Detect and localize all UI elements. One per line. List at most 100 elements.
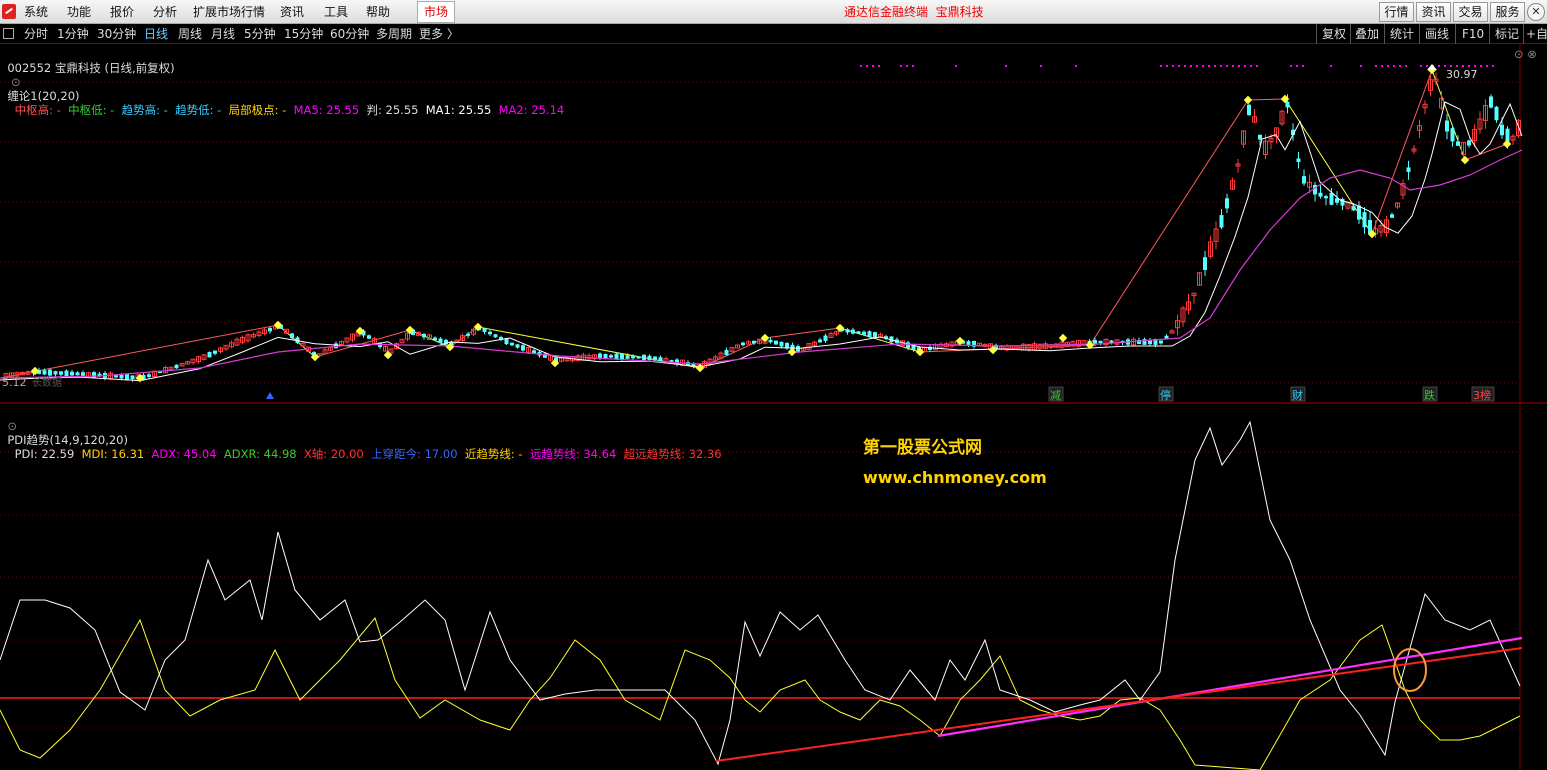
signal-dot bbox=[1214, 65, 1216, 67]
stock-header[interactable]: 002552 宝鼎科技 (日线,前复权) bbox=[7, 61, 174, 75]
candle-down bbox=[125, 374, 129, 380]
indicator-value: MA5: 25.55 bbox=[286, 103, 360, 117]
signal-dot bbox=[1468, 65, 1470, 67]
menu-analysis[interactable]: 分析 bbox=[153, 4, 177, 20]
candle-down bbox=[966, 341, 971, 345]
settings-icon[interactable]: ⊙ ⊗ bbox=[1514, 47, 1537, 61]
menu-help[interactable]: 帮助 bbox=[366, 4, 390, 20]
overlay-tool[interactable]: 叠加 bbox=[1355, 27, 1379, 41]
candle-down bbox=[1324, 196, 1328, 199]
indicator-value: 判: 25.55 bbox=[359, 103, 419, 117]
event-marker: 减 bbox=[1050, 389, 1061, 402]
candle-down bbox=[130, 375, 135, 380]
period-monthly[interactable]: 月线 bbox=[211, 27, 235, 41]
menu-tools[interactable]: 工具 bbox=[324, 4, 348, 20]
toolbar-divider bbox=[1523, 24, 1524, 44]
custom-tool[interactable]: +自 bbox=[1526, 27, 1547, 41]
low-note-label: 长数据 bbox=[32, 376, 62, 389]
period-15min[interactable]: 15分钟 bbox=[284, 27, 323, 41]
mark-tool[interactable]: 标记 bbox=[1495, 27, 1519, 41]
candle-down bbox=[856, 331, 861, 334]
adjust-rights-tool[interactable]: 复权 bbox=[1322, 27, 1346, 41]
candle-down bbox=[774, 340, 778, 345]
menu-system[interactable]: 系统 bbox=[24, 4, 48, 20]
trade-button[interactable]: 交易 bbox=[1453, 2, 1488, 22]
signal-dot bbox=[1178, 65, 1180, 67]
sub-chart-grid bbox=[0, 451, 1520, 729]
f10-tool[interactable]: F10 bbox=[1462, 27, 1484, 41]
indicator-value: PDI: 22.59 bbox=[7, 447, 75, 461]
signal-dot bbox=[1220, 65, 1222, 67]
signal-dot bbox=[1202, 65, 1204, 67]
indicator-value: MDI: 16.31 bbox=[74, 447, 145, 461]
candle-down bbox=[620, 353, 624, 360]
candle-down bbox=[42, 370, 47, 375]
indicator-value: 近趋势线: - bbox=[457, 447, 523, 461]
statistics-tool[interactable]: 统计 bbox=[1390, 27, 1414, 41]
candle-down bbox=[796, 346, 800, 352]
signal-dot bbox=[1302, 65, 1304, 67]
candle-down bbox=[653, 356, 657, 361]
mdi-line bbox=[0, 616, 1521, 770]
candle-down bbox=[631, 356, 635, 359]
event-marker: 停 bbox=[1160, 388, 1171, 402]
collapse-icon[interactable]: ⊙ bbox=[7, 419, 20, 433]
period-60min[interactable]: 60分钟 bbox=[330, 27, 369, 41]
candle-down bbox=[114, 375, 118, 378]
quote-button[interactable]: 行情 bbox=[1379, 2, 1414, 22]
candle-down bbox=[1351, 205, 1356, 211]
candle-down bbox=[1489, 96, 1493, 108]
period-multi[interactable]: 多周期 bbox=[376, 27, 412, 41]
collapse-icon[interactable]: ⊙ bbox=[7, 75, 24, 89]
menu-news[interactable]: 资讯 bbox=[280, 4, 304, 20]
candle-down bbox=[609, 355, 613, 358]
news-button[interactable]: 资讯 bbox=[1416, 2, 1451, 22]
period-1min[interactable]: 1分钟 bbox=[57, 27, 89, 41]
signal-dot bbox=[872, 65, 874, 67]
pivot-point-icon bbox=[1502, 139, 1512, 149]
indicator-value: 上穿距今: 17.00 bbox=[363, 447, 458, 461]
candle-down bbox=[1258, 134, 1262, 140]
sidebar-toggle-icon[interactable] bbox=[3, 28, 14, 39]
indicator-value: ADX: 45.04 bbox=[144, 447, 217, 461]
period-daily[interactable]: 日线 bbox=[144, 27, 168, 41]
pdi-line bbox=[0, 420, 1521, 766]
candle-down bbox=[873, 332, 877, 338]
signal-dot bbox=[1330, 65, 1332, 67]
signal-dot bbox=[1160, 65, 1162, 67]
service-button[interactable]: 服务 bbox=[1490, 2, 1525, 22]
candle-down bbox=[1318, 192, 1323, 197]
menu-function[interactable]: 功能 bbox=[67, 4, 91, 20]
signal-dot bbox=[1450, 65, 1452, 67]
candle-down bbox=[70, 371, 74, 376]
menu-extended-market[interactable]: 扩展市场行情 bbox=[193, 4, 265, 20]
app-logo-icon[interactable] bbox=[2, 4, 16, 19]
period-30min[interactable]: 30分钟 bbox=[97, 27, 136, 41]
candle-down bbox=[1500, 124, 1504, 136]
menu-quote[interactable]: 报价 bbox=[110, 4, 134, 20]
toolbar-divider bbox=[1384, 24, 1385, 44]
period-toolbar: 分时 1分钟 30分钟 日线 周线 月线 5分钟 15分钟 60分钟 多周期 更… bbox=[0, 24, 1547, 44]
candle-down bbox=[1203, 257, 1207, 270]
market-tab[interactable]: 市场 bbox=[417, 1, 455, 23]
candle-down bbox=[647, 355, 652, 361]
period-5min[interactable]: 5分钟 bbox=[244, 27, 276, 41]
pivot-trend-line bbox=[1464, 143, 1508, 161]
period-tick[interactable]: 分时 bbox=[24, 27, 48, 41]
candle-down bbox=[1362, 212, 1367, 228]
signal-dot bbox=[1244, 65, 1246, 67]
period-more[interactable]: 更多 〉 bbox=[419, 27, 459, 41]
top-signal-dots bbox=[860, 65, 1494, 67]
indicator-name[interactable]: 缠论1(20,20) bbox=[7, 89, 79, 103]
draw-line-tool[interactable]: 画线 bbox=[1425, 27, 1449, 41]
sub-indicator-name[interactable]: PDI趋势(14,9,120,20) bbox=[7, 433, 128, 447]
period-weekly[interactable]: 周线 bbox=[178, 27, 202, 41]
candle-down bbox=[515, 344, 520, 348]
signal-dot bbox=[1375, 65, 1377, 67]
sub-indicator-values: PDI: 22.59 MDI: 16.31 ADX: 45.04 ADXR: 4… bbox=[7, 447, 722, 461]
close-icon[interactable]: ✕ bbox=[1527, 3, 1545, 21]
indicator-value: X轴: 20.00 bbox=[296, 447, 364, 461]
candle-down bbox=[818, 339, 822, 343]
candle-down bbox=[867, 331, 872, 338]
candle-down bbox=[636, 356, 641, 359]
